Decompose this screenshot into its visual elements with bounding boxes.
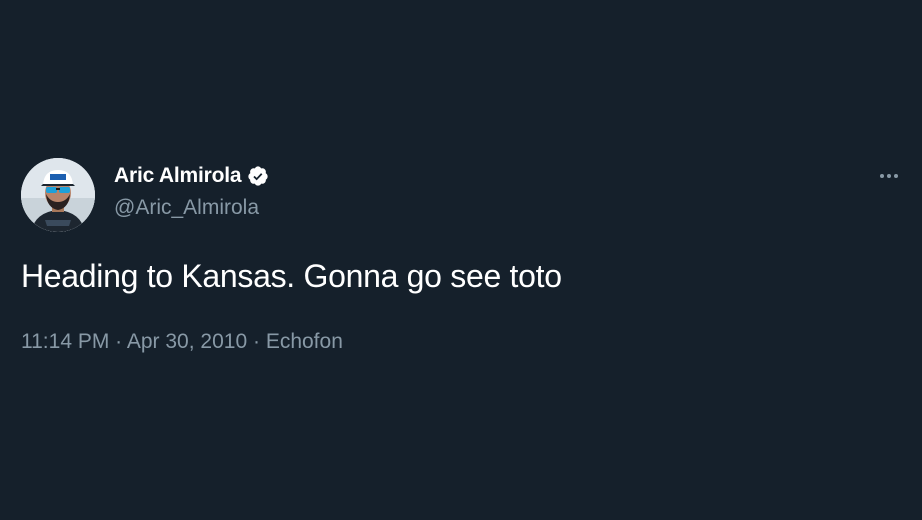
- more-dot: [894, 174, 898, 178]
- avatar-image: [21, 158, 95, 232]
- tweet-source[interactable]: Echofon: [266, 330, 343, 353]
- author-display-name[interactable]: Aric Almirola: [114, 164, 242, 188]
- more-dot: [880, 174, 884, 178]
- more-dot: [887, 174, 891, 178]
- tweet-card: Aric Almirola @Aric_Almirola Heading to …: [0, 0, 922, 520]
- tweet-metadata: 11:14 PM · Apr 30, 2010 · Echofon: [21, 330, 343, 354]
- verified-badge-icon: [247, 165, 269, 187]
- tweet-time[interactable]: 11:14 PM: [21, 330, 109, 353]
- author-handle[interactable]: @Aric_Almirola: [114, 196, 259, 220]
- tweet-text: Heading to Kansas. Gonna go see toto: [21, 258, 562, 294]
- meta-separator: ·: [115, 330, 123, 353]
- more-options-icon[interactable]: [874, 166, 904, 186]
- avatar[interactable]: [21, 158, 95, 232]
- tweet-date[interactable]: Apr 30, 2010: [127, 330, 247, 353]
- meta-separator: ·: [252, 330, 260, 353]
- author-name-row: Aric Almirola: [114, 164, 269, 188]
